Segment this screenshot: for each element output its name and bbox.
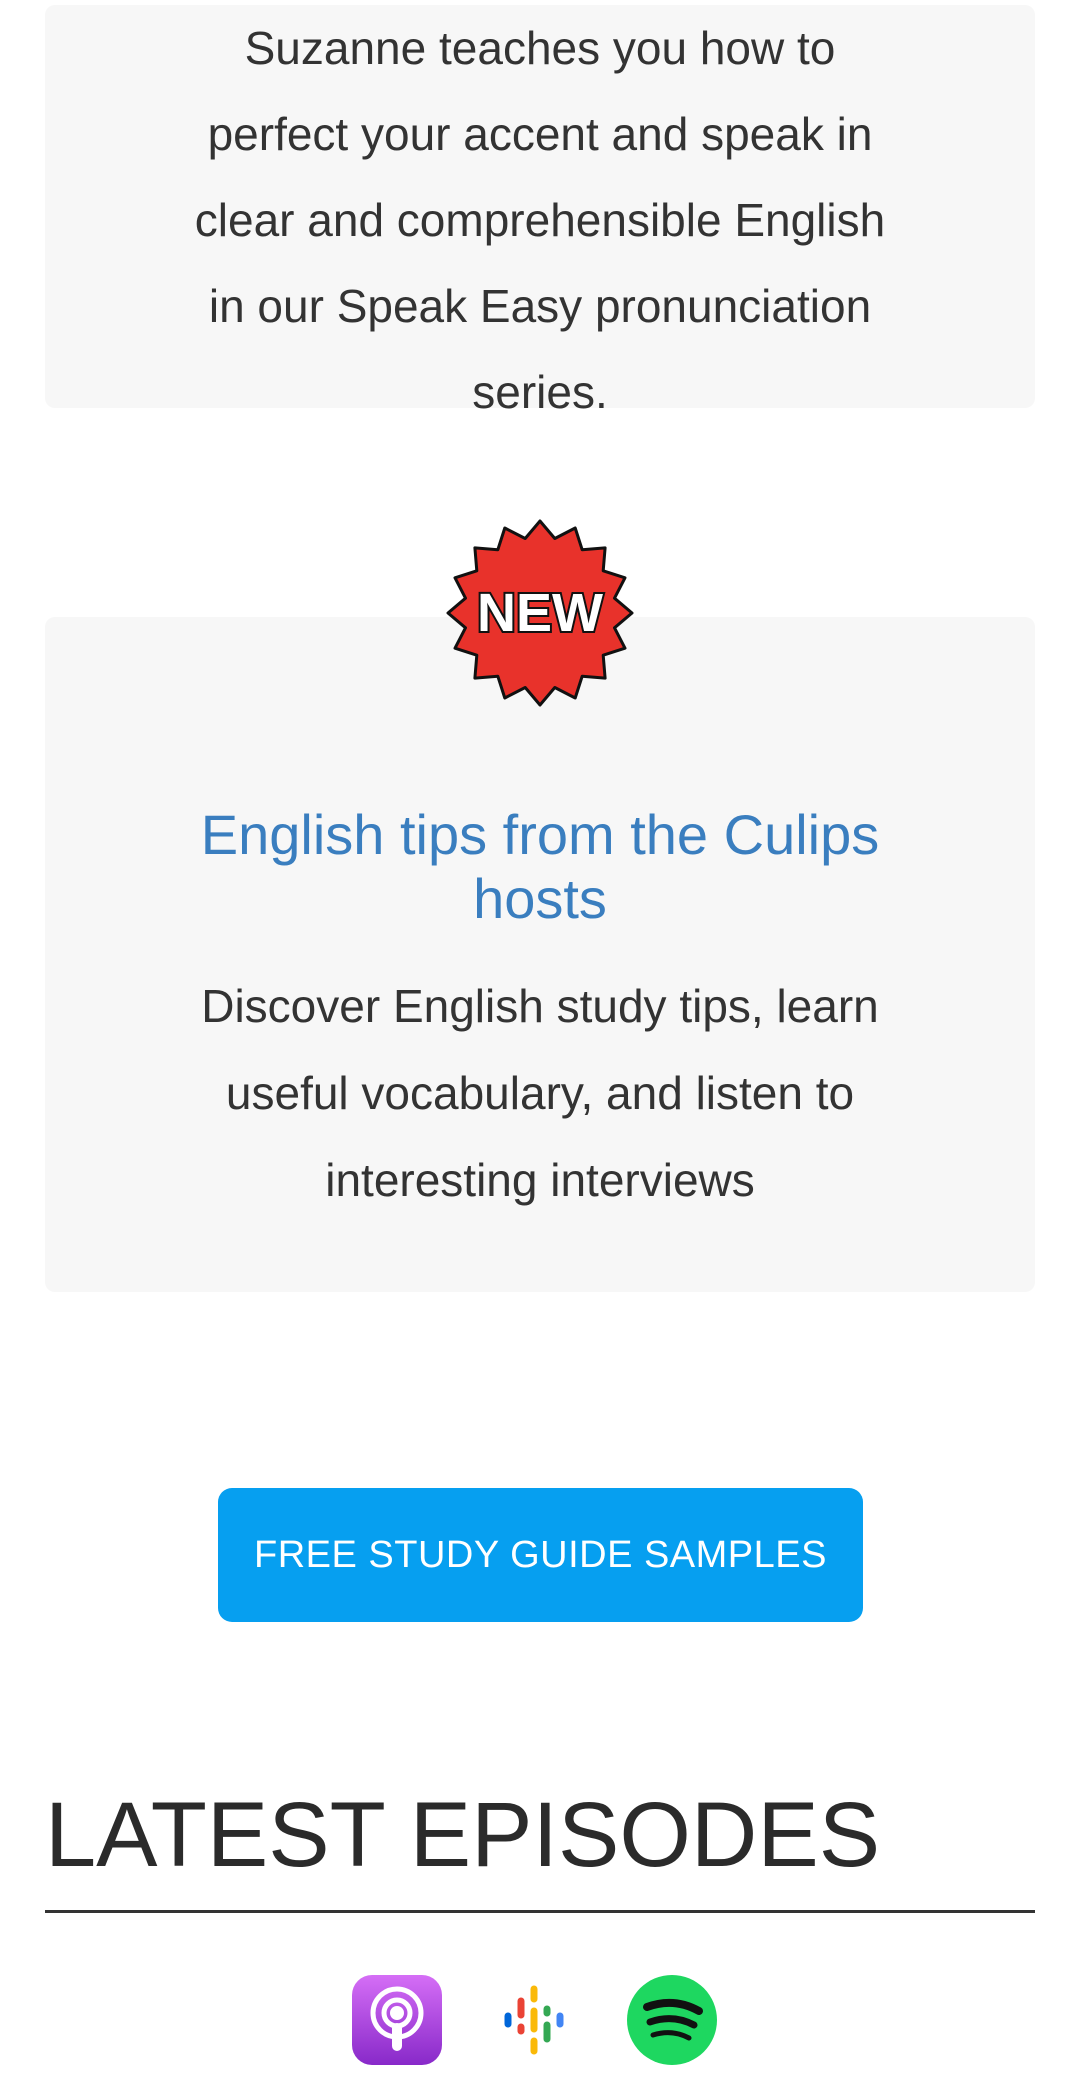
- google-podcasts-icon[interactable]: [489, 1975, 579, 2065]
- section-divider: [45, 1910, 1035, 1913]
- culips-tips-description: Discover English study tips, learn usefu…: [201, 980, 879, 1206]
- latest-episodes-heading: LATEST EPISODES: [45, 1784, 881, 1886]
- free-study-guide-button[interactable]: FREE STUDY GUIDE SAMPLES: [218, 1488, 863, 1622]
- new-badge-text: NEW: [477, 583, 603, 643]
- new-badge-icon: NEW: [446, 519, 634, 707]
- speak-easy-card: Suzanne teaches you how to perfect your …: [45, 5, 1035, 418]
- culips-tips-title: English tips from the Culips hosts: [200, 803, 880, 930]
- speak-easy-description: Suzanne teaches you how to perfect your …: [194, 22, 886, 418]
- spotify-icon[interactable]: [627, 1975, 717, 2065]
- culips-tips-card: English tips from the Culips hosts Disco…: [45, 617, 1035, 1292]
- apple-podcasts-icon[interactable]: [352, 1975, 442, 2065]
